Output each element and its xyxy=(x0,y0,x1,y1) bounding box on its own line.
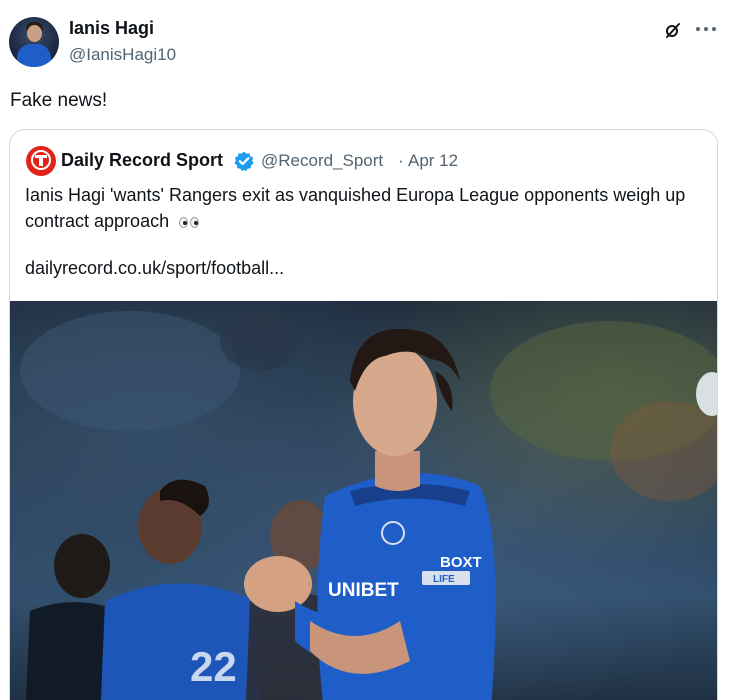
grok-icon[interactable] xyxy=(664,21,682,39)
photo-scene: 22 BOXT LIFE UNIBET xyxy=(20,311,717,700)
meta-separator: · xyxy=(398,151,404,170)
tweet-text: Fake news! xyxy=(10,90,108,111)
quoted-tweet-body: Ianis Hagi 'wants' Rangers exit as vanqu… xyxy=(25,185,686,231)
background-player-number: 22 xyxy=(190,643,237,690)
verified-badge-icon xyxy=(234,151,254,172)
shirt-text: UNIBET xyxy=(328,580,399,601)
quoted-tweet-text: Ianis Hagi 'wants' Rangers exit as vanqu… xyxy=(25,182,715,234)
shirt-sponsor: BOXT xyxy=(440,554,482,571)
daily-record-logo-icon[interactable] xyxy=(26,146,56,176)
author-display-name[interactable]: Ianis Hagi xyxy=(69,18,154,39)
article-photo[interactable]: 22 BOXT LIFE UNIBET xyxy=(10,301,717,700)
tweet: Ianis Hagi @IanisHagi10 Fake news! Daily… xyxy=(0,0,740,700)
quoted-tweet-card[interactable]: Daily Record Sport @Record_Sport · Apr 1… xyxy=(9,129,718,700)
quoted-tweet-date[interactable]: Apr 12 xyxy=(408,151,458,171)
article-link[interactable]: dailyrecord.co.uk/sport/football... xyxy=(25,258,284,279)
eyes-emoji-icon xyxy=(178,216,202,228)
shirt-sponsor-sub: LIFE xyxy=(433,574,455,585)
author-handle[interactable]: @IanisHagi10 xyxy=(69,45,176,65)
quoted-account-name[interactable]: Daily Record Sport xyxy=(61,150,223,171)
more-icon[interactable] xyxy=(692,17,720,41)
quoted-account-handle[interactable]: @Record_Sport xyxy=(261,151,383,171)
author-avatar[interactable] xyxy=(9,17,59,67)
